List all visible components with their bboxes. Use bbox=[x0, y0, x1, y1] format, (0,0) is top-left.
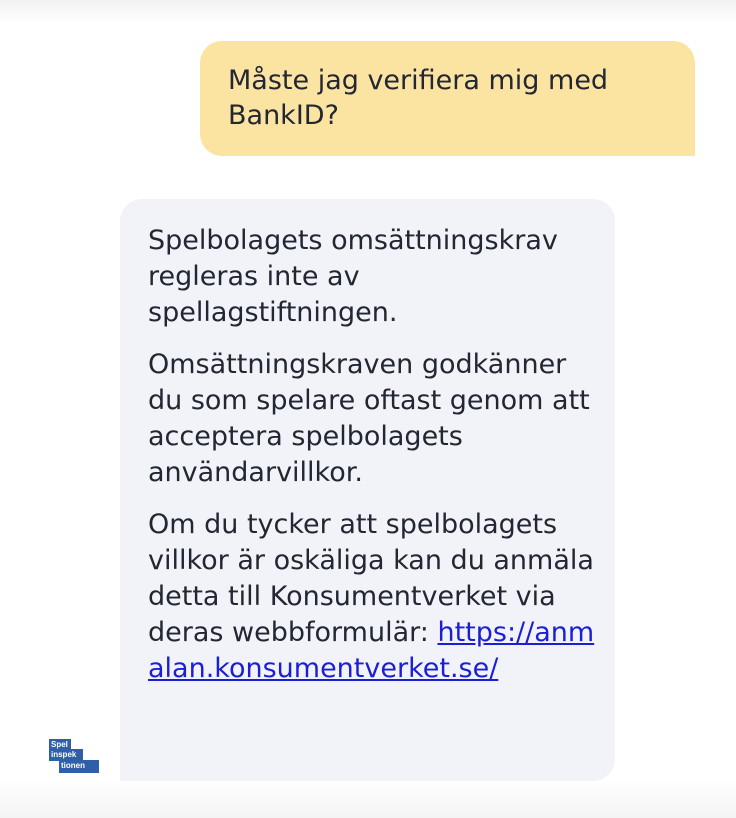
bottom-shadow bbox=[0, 778, 736, 818]
logo-line-3: tionen bbox=[59, 760, 99, 773]
bot-message-bubble: Spelbolagets omsättningskrav regleras in… bbox=[120, 199, 615, 781]
bot-paragraph-3: Om du tycker att spelbolagets villkor är… bbox=[148, 507, 597, 687]
bot-paragraph-2: Omsättningskraven godkänner du som spela… bbox=[148, 349, 590, 488]
spelinspektionen-logo: Spel inspek tionen bbox=[49, 739, 99, 773]
top-shadow bbox=[0, 0, 736, 24]
user-message-text: Måste jag verifiera mig med BankID? bbox=[228, 65, 609, 131]
bot-paragraph-1: Spelbolagets omsättningskrav regleras in… bbox=[148, 225, 558, 328]
user-message-bubble: Måste jag verifiera mig med BankID? bbox=[200, 41, 695, 156]
